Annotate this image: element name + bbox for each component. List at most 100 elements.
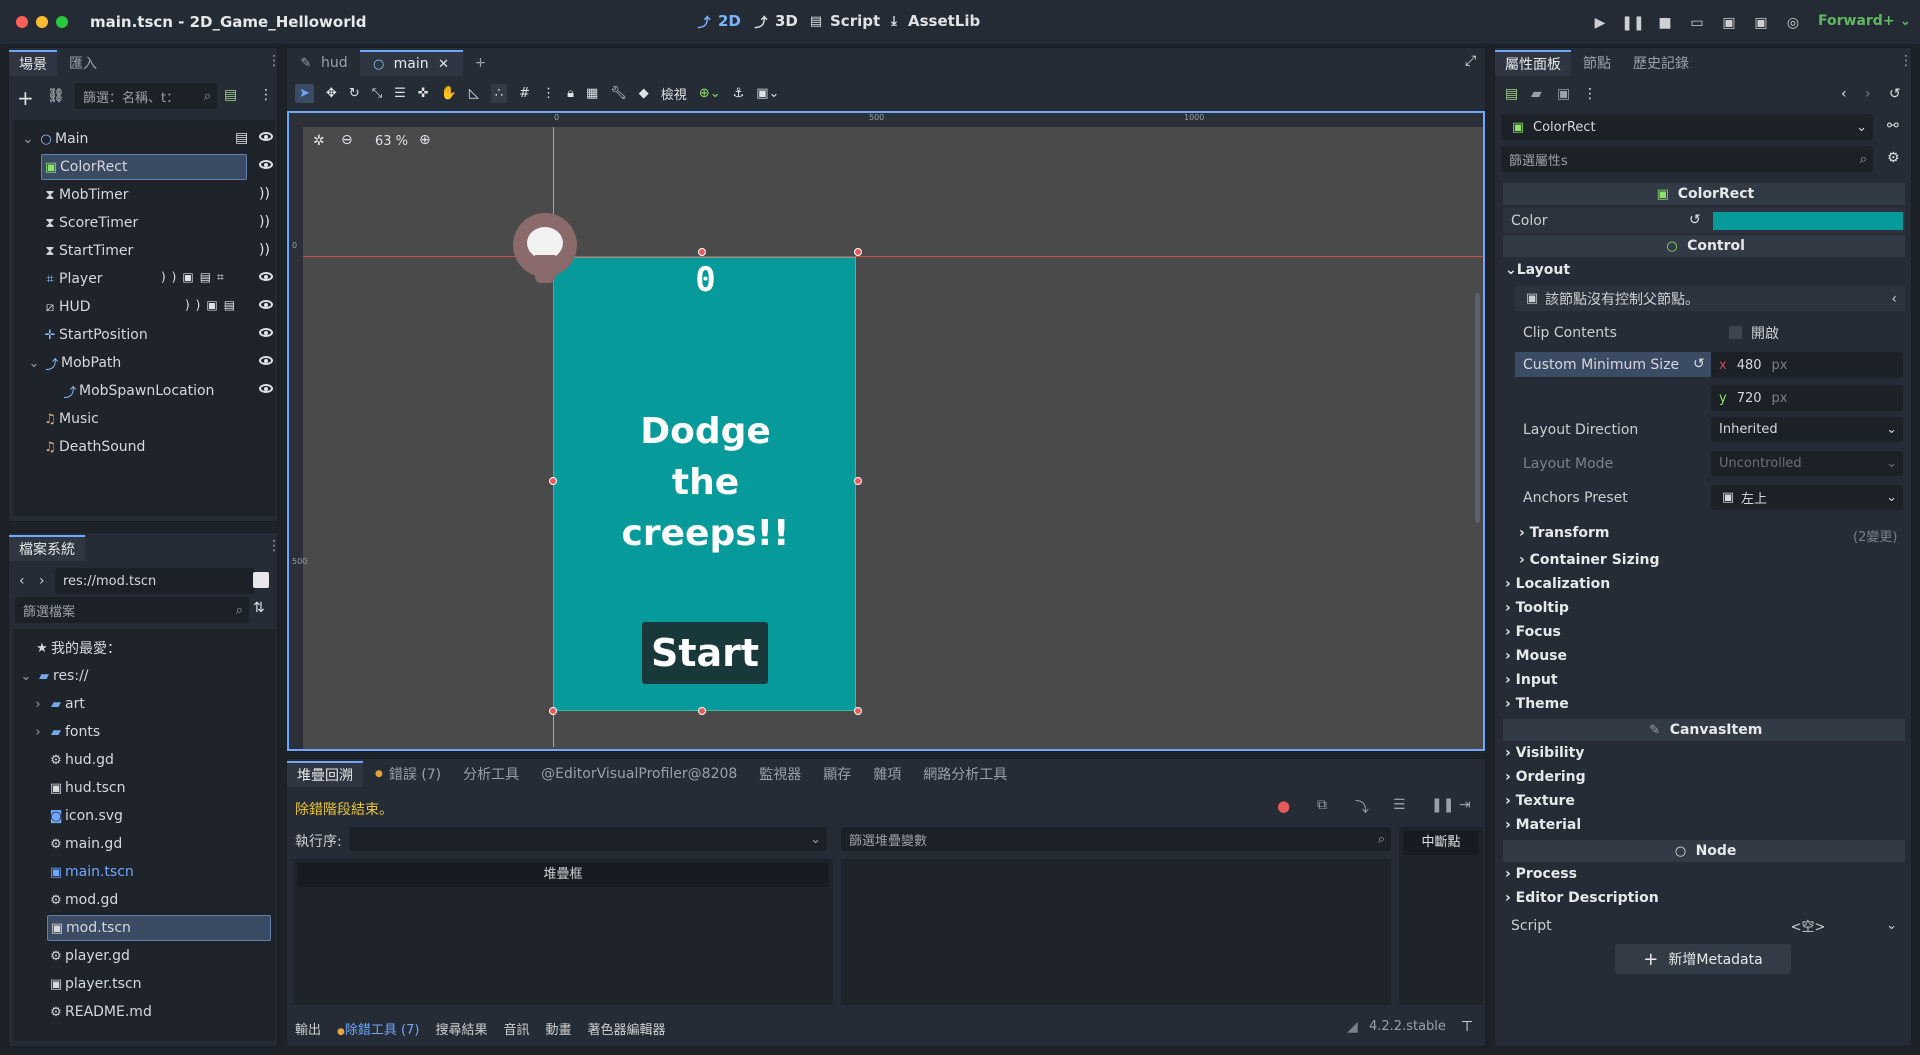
player-node-icons[interactable]: ))▣▤⌗: [161, 270, 230, 285]
mode-assetlib-button[interactable]: ⤓ AssetLib: [885, 12, 980, 30]
checkbox[interactable]: [1729, 326, 1742, 339]
file-item-icon-svg[interactable]: ◙ icon.svg: [47, 803, 123, 829]
tree-node-starttimer[interactable]: ⧗ StartTimer: [41, 238, 133, 264]
group-input[interactable]: › Input: [1505, 672, 1558, 688]
group-localization[interactable]: › Localization: [1505, 576, 1610, 592]
camera-override-icon[interactable]: ◆: [639, 86, 649, 101]
property-options-icon[interactable]: ⚙: [1887, 150, 1900, 166]
visibility-eye-icon[interactable]: [259, 272, 273, 281]
forward-icon[interactable]: ›: [39, 573, 45, 589]
remote-debug-button[interactable]: ▭: [1686, 12, 1708, 34]
scene-menu-icon[interactable]: ⋮: [259, 87, 273, 103]
tree-node-music[interactable]: ♫ Music: [41, 406, 99, 432]
version-label[interactable]: 4.2.2.stable: [1369, 1019, 1446, 1034]
tree-node-deathsound[interactable]: ♫ DeathSound: [41, 434, 145, 460]
hud-node-icons[interactable]: ))▣▤: [185, 298, 241, 312]
viewport-scrollbar[interactable]: [1475, 293, 1480, 523]
thread-select[interactable]: ⌄: [349, 827, 827, 851]
container-icon[interactable]: ▣⌄: [756, 86, 779, 101]
resize-handle[interactable]: [854, 707, 862, 715]
resize-handle[interactable]: [549, 477, 557, 485]
tree-node-hud[interactable]: ⧄ HUD: [41, 294, 91, 320]
zoom-level[interactable]: 63 %: [375, 134, 408, 149]
rotate-tool-icon[interactable]: ↻: [349, 86, 360, 101]
history-icon[interactable]: ↺: [1889, 86, 1901, 102]
tab-filesystem[interactable]: 檔案系統: [9, 535, 85, 561]
mode-script-button[interactable]: ▤ Script: [807, 12, 880, 30]
visibility-eye-icon[interactable]: [259, 132, 273, 141]
pause-button[interactable]: ❚❚: [1621, 12, 1644, 34]
visibility-eye-icon[interactable]: [259, 160, 273, 169]
group-transform[interactable]: › Transform: [1519, 525, 1610, 541]
bone-icon[interactable]: 🔧︎: [610, 86, 627, 101]
stop-button[interactable]: ■: [1654, 12, 1676, 34]
attach-script-icon[interactable]: ▤: [224, 87, 237, 103]
save-icon[interactable]: ▣: [1557, 86, 1570, 102]
canvas-viewport[interactable]: 0 500 1000 0 500 ✲ ⊖ 63 % ⊕ 0 Dodge the …: [287, 111, 1485, 751]
tree-node-mobpath[interactable]: ⌄ ⤴ MobPath: [25, 350, 122, 376]
signal-icon[interactable]: )): [259, 242, 270, 258]
file-item-readme[interactable]: ⚙ README.md: [47, 999, 152, 1025]
grid-snap-icon[interactable]: #: [519, 86, 530, 101]
visibility-eye-icon[interactable]: [259, 300, 273, 309]
zoom-out-icon[interactable]: ⊖: [341, 132, 353, 148]
file-filter-input[interactable]: 篩選檔案 ⌕: [15, 597, 249, 623]
bottom-tab-output[interactable]: 輸出: [295, 1019, 321, 1038]
tab-node[interactable]: 節點: [1573, 50, 1621, 76]
group-tooltip[interactable]: › Tooltip: [1505, 600, 1569, 616]
min-size-x-field[interactable]: x 480 px: [1711, 352, 1903, 378]
property-filter-input[interactable]: 篩選屬性s ⌕: [1501, 146, 1873, 172]
group-material[interactable]: › Material: [1505, 817, 1581, 833]
break-icon[interactable]: ❚❚: [1431, 797, 1454, 813]
ruler-tool-icon[interactable]: ◺: [469, 86, 479, 101]
step-over-icon[interactable]: ☰: [1393, 797, 1406, 813]
snap-options-icon[interactable]: ⋮: [542, 86, 555, 101]
group-container-sizing[interactable]: › Container Sizing: [1519, 552, 1660, 568]
tab-history[interactable]: 歷史記錄: [1623, 50, 1699, 76]
tab-monitors[interactable]: 監視器: [749, 761, 811, 787]
file-item-mod-gd[interactable]: ⚙ mod.gd: [47, 887, 118, 913]
player-sprite[interactable]: [513, 213, 577, 283]
movie-maker-button[interactable]: ◎: [1782, 12, 1804, 34]
signal-icon[interactable]: )): [259, 214, 270, 230]
tree-node-main[interactable]: ⌄ ○ Main: [19, 126, 269, 152]
move-tool-icon[interactable]: ✥: [326, 86, 337, 101]
zoom-in-icon[interactable]: ⊕: [419, 132, 431, 148]
record-icon[interactable]: ●: [1277, 797, 1290, 815]
file-item-mod-tscn[interactable]: ▣ mod.tscn: [47, 915, 271, 941]
select-tool-icon[interactable]: ➤: [295, 83, 314, 103]
pan-tool-icon[interactable]: ✋: [441, 86, 457, 101]
bottom-tab-search[interactable]: 搜尋結果: [435, 1019, 487, 1038]
file-item-fonts[interactable]: › ▰ fonts: [29, 719, 100, 745]
tree-node-colorrect[interactable]: ▣ ColorRect: [41, 154, 247, 180]
tab-scene[interactable]: 場景: [9, 50, 57, 76]
revert-icon[interactable]: ↺: [1693, 356, 1705, 372]
tab-main-scene[interactable]: ○ main ✕: [359, 50, 463, 76]
group-focus[interactable]: › Focus: [1505, 624, 1561, 640]
tab-inspector[interactable]: 屬性面板: [1495, 50, 1571, 76]
mode-3d-button[interactable]: ⤴ 3D: [752, 12, 797, 31]
bottom-tab-audio[interactable]: 音訊: [503, 1019, 529, 1038]
file-item-player-gd[interactable]: ⚙ player.gd: [47, 943, 130, 969]
copy-icon[interactable]: ⧉: [1317, 797, 1327, 813]
tab-visual-profiler[interactable]: @EditorVisualProfiler@8208: [531, 761, 747, 787]
new-scene-tab-button[interactable]: +: [465, 50, 497, 76]
file-item-hud-gd[interactable]: ⚙ hud.gd: [47, 747, 114, 773]
tab-import[interactable]: 匯入: [59, 50, 107, 76]
link-icon[interactable]: ⛓: [47, 88, 65, 104]
play-scene-button[interactable]: ▣: [1718, 12, 1740, 34]
add-node-button[interactable]: +: [17, 86, 34, 110]
min-size-y-field[interactable]: y 720 px: [1711, 385, 1903, 411]
tree-node-mobspawnlocation[interactable]: ⤴ MobSpawnLocation: [61, 378, 214, 404]
panel-expand-icon[interactable]: ⊤: [1461, 1019, 1473, 1035]
bell-icon[interactable]: ◢: [1347, 1019, 1358, 1035]
stack-vars-filter[interactable]: 篩選堆疊變數 ⌕: [841, 827, 1391, 851]
group-visibility[interactable]: › Visibility: [1505, 745, 1584, 761]
mode-2d-button[interactable]: ⤴ 2D: [695, 12, 740, 31]
sort-icon[interactable]: ⇅: [253, 600, 265, 616]
signal-icon[interactable]: )): [259, 186, 270, 202]
scene-filter-input[interactable]: 篩選：名稱、t： ⌕: [75, 83, 217, 109]
center-view-icon[interactable]: ✲: [313, 133, 325, 149]
tab-errors[interactable]: ● 錯誤 (7): [365, 761, 451, 787]
play-button[interactable]: ▶: [1589, 12, 1611, 34]
